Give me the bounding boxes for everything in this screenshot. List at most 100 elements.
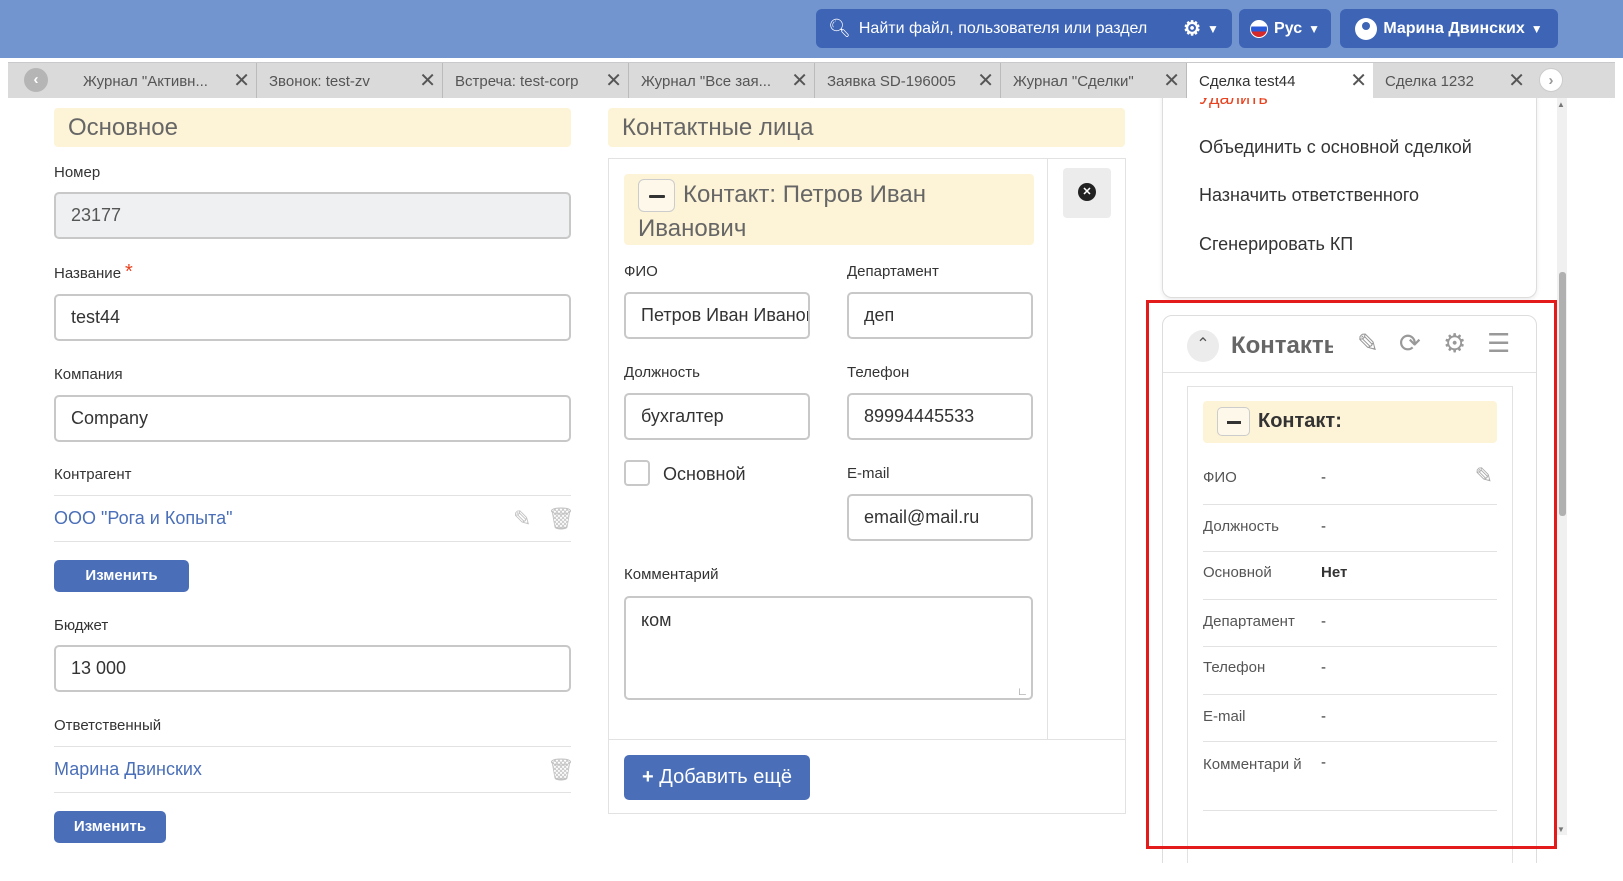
tab-label: Звонок: test-zv xyxy=(269,72,370,90)
budget-field[interactable]: 13 000 xyxy=(54,645,571,692)
collapse-contact-button[interactable] xyxy=(638,179,675,213)
position-field[interactable]: бухгалтер xyxy=(624,393,810,440)
required-asterisk-icon: * xyxy=(125,261,133,283)
fio-field[interactable]: Петров Иван Иванович xyxy=(624,292,810,339)
phone-field[interactable]: 89994445533 xyxy=(847,393,1033,440)
comment-label: Комментарий xyxy=(624,566,719,583)
add-more-button[interactable]: + Добавить ещё xyxy=(624,755,810,800)
remove-contact-button[interactable] xyxy=(1063,168,1111,218)
tab-label: Сделка test44 xyxy=(1199,72,1296,90)
number-label: Номер xyxy=(54,164,101,181)
tab-label: Журнал "Все зая... xyxy=(641,72,772,90)
contact-card xyxy=(608,158,1126,814)
scroll-down-icon[interactable]: ▼ xyxy=(1557,825,1565,834)
budget-label: Бюджет xyxy=(54,617,109,634)
counterparty-label: Контрагент xyxy=(54,466,132,483)
name-label-text: Название xyxy=(54,265,122,282)
menu-item-assign[interactable]: Назначить ответственного xyxy=(1199,185,1419,206)
tab-label: Журнал "Активн... xyxy=(83,72,208,90)
responsible-label: Ответственный xyxy=(54,717,162,734)
section-title-main: Основное xyxy=(54,108,571,147)
contact-card-title: Контакт: Петров Иван Иванович xyxy=(638,181,926,243)
user-menu-button[interactable]: Марина Двинских ▼ xyxy=(1340,9,1558,48)
add-more-label: Добавить ещё xyxy=(659,766,792,788)
avatar xyxy=(1355,17,1378,40)
russian-flag-icon xyxy=(1250,19,1269,38)
tab-request[interactable]: Заявка SD-196005 ✕ xyxy=(815,63,1001,99)
menu-item-generate[interactable]: Сгенерировать КП xyxy=(1199,234,1353,255)
fio-label: ФИО xyxy=(624,263,658,280)
contact-card-header: Контакт: Петров Иван Иванович xyxy=(624,174,1034,245)
tab-meeting[interactable]: Встреча: test-corp ✕ xyxy=(443,63,629,99)
tabs-scroll-left-icon[interactable]: ‹ xyxy=(24,68,48,92)
tab-deal-test44[interactable]: Сделка test44 ✕ xyxy=(1187,63,1373,99)
settings-dropdown-button[interactable]: ⚙ ▼ xyxy=(1170,9,1232,48)
resize-handle-icon[interactable]: ∟ xyxy=(1017,686,1028,698)
tab-label: Журнал "Сделки" xyxy=(1013,72,1134,90)
gear-icon: ⚙ xyxy=(1183,18,1202,40)
close-icon[interactable]: ✕ xyxy=(1508,68,1525,93)
highlight-frame xyxy=(1146,300,1557,849)
tabs-scroll-right-icon[interactable]: › xyxy=(1539,68,1563,92)
company-field[interactable]: Company xyxy=(54,395,571,442)
department-label: Департамент xyxy=(847,263,939,280)
menu-item-delete[interactable]: Удалить xyxy=(1199,98,1268,109)
menu-item-merge[interactable]: Объединить с основной сделкой xyxy=(1199,137,1472,158)
plus-icon: + xyxy=(642,766,654,788)
position-label: Должность xyxy=(624,364,700,381)
name-field[interactable]: test44 xyxy=(54,294,571,341)
search-placeholder: Найти файл, пользователя или раздел xyxy=(858,19,1148,37)
trash-icon[interactable]: 🗑︎ xyxy=(547,757,575,783)
primary-checkbox[interactable] xyxy=(624,460,650,486)
tab-deals-journal[interactable]: Журнал "Сделки" ✕ xyxy=(1001,63,1187,99)
section-title-contacts: Контактные лица xyxy=(608,108,1125,147)
number-field: 23177 xyxy=(54,192,571,239)
search-input[interactable]: 🔍︎ Найти файл, пользователя или раздел xyxy=(816,9,1202,48)
tab-label: Встреча: test-corp xyxy=(455,72,579,90)
tab-requests-journal[interactable]: Журнал "Все зая... ✕ xyxy=(629,63,815,99)
primary-label: Основной xyxy=(663,464,746,484)
close-icon[interactable]: ✕ xyxy=(791,68,808,93)
divider xyxy=(609,739,1125,740)
department-field[interactable]: деп xyxy=(847,292,1033,339)
email-field[interactable]: email@mail.ru xyxy=(847,494,1033,541)
counterparty-link[interactable]: ООО "Рога и Копыта" xyxy=(54,508,232,528)
tab-call[interactable]: Звонок: test-zv ✕ xyxy=(257,63,443,99)
scroll-up-icon[interactable]: ▲ xyxy=(1557,100,1565,109)
change-counterparty-button[interactable]: Изменить xyxy=(54,560,189,592)
phone-label: Телефон xyxy=(847,364,910,381)
actions-menu: Удалить Объединить с основной сделкой На… xyxy=(1162,98,1537,298)
responsible-row: Марина Двинских xyxy=(54,746,571,793)
change-responsible-button[interactable]: Изменить xyxy=(54,811,166,843)
close-icon[interactable]: ✕ xyxy=(1350,68,1367,93)
counterparty-row: ООО "Рога и Копыта" xyxy=(54,495,571,542)
close-icon[interactable]: ✕ xyxy=(419,68,436,93)
tab-label: Заявка SD-196005 xyxy=(827,72,956,90)
responsible-link[interactable]: Марина Двинских xyxy=(54,759,202,779)
chevron-down-icon: ▼ xyxy=(1530,21,1543,36)
comment-text: ком xyxy=(641,610,672,630)
close-icon[interactable]: ✕ xyxy=(977,68,994,93)
tab-label: Сделка 1232 xyxy=(1385,72,1474,90)
language-dropdown-button[interactable]: Рус ▼ xyxy=(1239,9,1331,48)
tab-bar: ‹ Журнал "Активн... ✕ Звонок: test-zv ✕ Вс… xyxy=(8,62,1615,99)
trash-icon[interactable]: 🗑︎ xyxy=(547,506,575,532)
divider xyxy=(1047,159,1048,739)
top-bar: 🔍︎ Найти файл, пользователя или раздел ⚙… xyxy=(0,0,1623,58)
comment-textarea[interactable]: ком ∟ xyxy=(624,596,1033,700)
name-label: Название * xyxy=(54,261,133,284)
user-name: Марина Двинских xyxy=(1383,19,1525,37)
language-label: Рус xyxy=(1274,19,1303,37)
chevron-down-icon: ▼ xyxy=(1207,21,1219,36)
search-icon: 🔍︎ xyxy=(828,18,851,38)
tab-deal-1232[interactable]: Сделка 1232 ✕ xyxy=(1373,63,1525,99)
tab-activities-journal[interactable]: Журнал "Активн... ✕ xyxy=(71,63,257,99)
pencil-icon[interactable]: ✎ xyxy=(513,506,531,532)
close-icon[interactable]: ✕ xyxy=(605,68,622,93)
chevron-down-icon: ▼ xyxy=(1308,21,1320,36)
close-icon[interactable]: ✕ xyxy=(233,68,250,93)
email-label: E-mail xyxy=(847,465,890,482)
scrollbar-thumb[interactable] xyxy=(1559,272,1566,516)
close-icon[interactable]: ✕ xyxy=(1163,68,1180,93)
company-label: Компания xyxy=(54,366,123,383)
